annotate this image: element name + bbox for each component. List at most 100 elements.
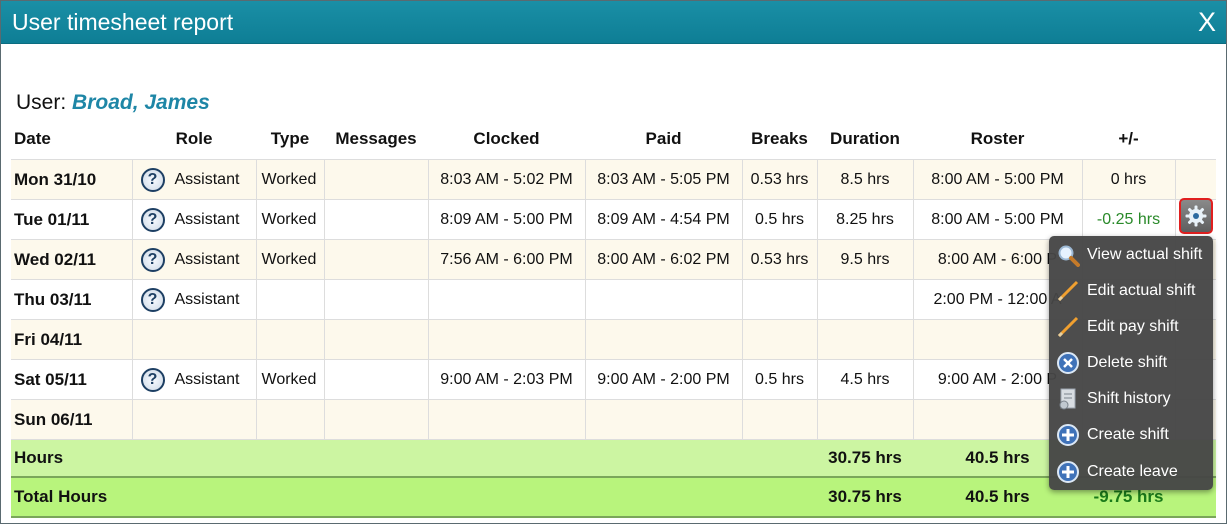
row-duration: 8.5 hrs bbox=[817, 159, 914, 200]
help-icon[interactable]: ? bbox=[140, 167, 165, 192]
row-diff: 0 hrs bbox=[1082, 159, 1176, 200]
row-diff: -0.25 hrs bbox=[1082, 199, 1176, 240]
row-duration bbox=[817, 279, 914, 320]
row-role: ? Assistant bbox=[132, 159, 257, 200]
row-breaks: 0.5 hrs bbox=[742, 359, 818, 400]
delete-icon bbox=[1055, 350, 1081, 376]
column-header: Duration bbox=[817, 119, 913, 160]
row-date: Sat 05/11 bbox=[11, 359, 133, 400]
user-label: User: bbox=[16, 91, 67, 114]
role-label: Assistant bbox=[174, 170, 240, 188]
role-label: Assistant bbox=[174, 290, 240, 308]
row-messages bbox=[324, 159, 429, 200]
row-actions bbox=[1175, 159, 1216, 200]
user-line: User: Broad, James bbox=[16, 91, 210, 115]
column-header: Paid bbox=[585, 119, 742, 160]
row-date: Fri 04/11 bbox=[11, 319, 133, 360]
row-messages bbox=[324, 199, 429, 240]
plus-icon bbox=[1055, 459, 1081, 485]
row-type: Worked bbox=[256, 239, 325, 280]
column-header: Messages bbox=[324, 119, 428, 160]
row-paid bbox=[585, 399, 743, 440]
row-paid: 9:00 AM - 2:00 PM bbox=[585, 359, 743, 400]
row-duration bbox=[817, 319, 914, 360]
table-row[interactable]: Mon 31/10? Assistant Worked 8:03 AM - 5:02 … bbox=[11, 159, 1216, 200]
row-messages bbox=[324, 399, 429, 440]
row-paid bbox=[585, 319, 743, 360]
row-date: Thu 03/11 bbox=[11, 279, 133, 320]
help-icon[interactable]: ? bbox=[140, 247, 165, 272]
menu-item-create-leave[interactable]: Create leave bbox=[1049, 455, 1213, 489]
table-row[interactable]: Fri 04/11 bbox=[11, 319, 1216, 360]
row-type bbox=[256, 279, 325, 320]
row-role bbox=[132, 319, 257, 360]
row-paid: 8:00 AM - 6:02 PM bbox=[585, 239, 743, 280]
menu-item-edit-pay-shift[interactable]: Edit pay shift bbox=[1049, 310, 1213, 344]
table-header-row: Date Role Type Messages Clocked Paid Bre… bbox=[11, 119, 1216, 160]
menu-item-label: Create shift bbox=[1087, 426, 1169, 443]
dialog-titlebar: User timesheet report X bbox=[1, 1, 1226, 44]
menu-item-shift-history[interactable]: Shift history bbox=[1049, 382, 1213, 416]
help-icon[interactable]: ? bbox=[140, 287, 165, 312]
menu-item-label: Shift history bbox=[1087, 390, 1171, 407]
total-duration: 30.75 hrs bbox=[817, 476, 913, 518]
menu-item-delete-shift[interactable]: Delete shift bbox=[1049, 346, 1213, 380]
row-type bbox=[256, 319, 325, 360]
column-header-actions bbox=[1175, 119, 1216, 160]
menu-item-label: Delete shift bbox=[1087, 354, 1168, 371]
row-breaks bbox=[742, 319, 818, 360]
row-paid: 8:09 AM - 4:54 PM bbox=[585, 199, 743, 240]
row-paid bbox=[585, 279, 743, 320]
row-role bbox=[132, 399, 257, 440]
hours-row: Hours 30.75 hrs 40.5 hrs bbox=[11, 439, 1216, 478]
help-icon[interactable]: ? bbox=[140, 207, 165, 232]
timesheet-dialog: User timesheet report X User: Broad, Jam… bbox=[0, 0, 1227, 524]
table-row[interactable]: Tue 01/11? Assistant Worked 8:09 AM - 5:00 … bbox=[11, 199, 1216, 240]
magnifier-icon bbox=[1055, 242, 1081, 268]
plus-icon bbox=[1055, 422, 1081, 448]
row-breaks bbox=[742, 399, 818, 440]
close-icon[interactable]: X bbox=[1198, 8, 1216, 36]
table-row[interactable]: Sat 05/11? Assistant Worked 9:00 AM - 2:03 … bbox=[11, 359, 1216, 400]
row-breaks: 0.53 hrs bbox=[742, 159, 818, 200]
row-messages bbox=[324, 279, 429, 320]
history-icon bbox=[1055, 386, 1081, 412]
row-role: ? Assistant bbox=[132, 239, 257, 280]
row-type: Worked bbox=[256, 199, 325, 240]
row-clocked: 7:56 AM - 6:00 PM bbox=[428, 239, 586, 280]
row-type: Worked bbox=[256, 159, 325, 200]
menu-item-label: Edit pay shift bbox=[1087, 318, 1179, 335]
row-messages bbox=[324, 239, 429, 280]
timesheet-table: Date Role Type Messages Clocked Paid Bre… bbox=[11, 119, 1216, 518]
table-row[interactable]: Wed 02/11? Assistant Worked 7:56 AM - 6:00 … bbox=[11, 239, 1216, 280]
row-duration: 4.5 hrs bbox=[817, 359, 914, 400]
help-icon[interactable]: ? bbox=[140, 367, 165, 392]
row-date: Wed 02/11 bbox=[11, 239, 133, 280]
column-header: Type bbox=[256, 119, 324, 160]
row-role: ? Assistant bbox=[132, 279, 257, 320]
menu-item-label: View actual shift bbox=[1087, 246, 1203, 263]
table-row[interactable]: Thu 03/11? Assistant 2:00 PM - 12:00 A bbox=[11, 279, 1216, 320]
row-breaks: 0.5 hrs bbox=[742, 199, 818, 240]
row-type bbox=[256, 399, 325, 440]
row-clocked: 8:09 AM - 5:00 PM bbox=[428, 199, 586, 240]
role-label: Assistant bbox=[174, 370, 240, 388]
row-clocked: 9:00 AM - 2:03 PM bbox=[428, 359, 586, 400]
row-clocked bbox=[428, 279, 586, 320]
column-header: Date bbox=[11, 119, 132, 160]
row-roster: 8:00 AM - 5:00 PM bbox=[913, 159, 1083, 200]
column-header: Roster bbox=[913, 119, 1082, 160]
menu-item-create-shift[interactable]: Create shift bbox=[1049, 418, 1213, 452]
row-role: ? Assistant bbox=[132, 359, 257, 400]
menu-item-view-actual-shift[interactable]: View actual shift bbox=[1049, 238, 1213, 272]
row-clocked bbox=[428, 399, 586, 440]
row-clocked: 8:03 AM - 5:02 PM bbox=[428, 159, 586, 200]
shift-actions-gear-button[interactable] bbox=[1179, 198, 1213, 234]
column-header: Breaks bbox=[742, 119, 817, 160]
column-header: +/- bbox=[1082, 119, 1175, 160]
menu-item-edit-actual-shift[interactable]: Edit actual shift bbox=[1049, 274, 1213, 308]
pencil-icon bbox=[1055, 278, 1081, 304]
user-name[interactable]: Broad, James bbox=[72, 91, 210, 114]
table-row[interactable]: Sun 06/11 bbox=[11, 399, 1216, 440]
gear-icon bbox=[1185, 205, 1207, 227]
